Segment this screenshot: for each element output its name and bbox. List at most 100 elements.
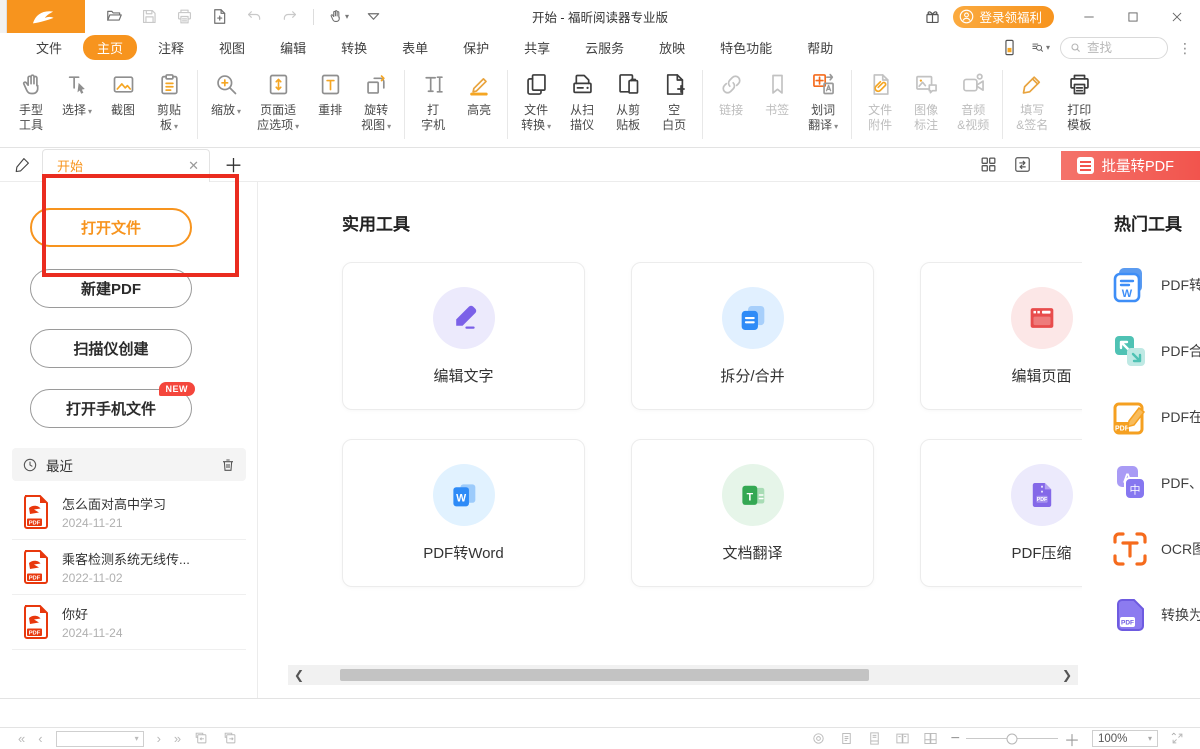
ribbon-tool-填写&签名[interactable]: 填写&签名 [1008, 62, 1056, 147]
ribbon-tool-高亮[interactable]: 高亮 [456, 62, 502, 147]
open-file-icon[interactable] [103, 6, 125, 28]
hot-tool-PDF在[interactable]: PDF PDF在 [1110, 384, 1200, 450]
facing-view-icon[interactable] [895, 731, 911, 747]
maximize-button[interactable] [1124, 8, 1142, 26]
trash-icon[interactable] [220, 457, 236, 473]
next-page-icon[interactable]: › [157, 732, 161, 745]
zoom-slider-knob[interactable] [1006, 733, 1017, 744]
print-icon[interactable] [173, 6, 195, 28]
ribbon-tool-从扫描仪[interactable]: 从扫描仪 [559, 62, 605, 147]
hot-tool-PDF转[interactable]: W PDF转 [1110, 252, 1200, 318]
foxit-logo[interactable] [0, 0, 85, 33]
ribbon-tool-手型工具[interactable]: 手型工具 [8, 62, 54, 147]
pan-mode-icon[interactable] [811, 731, 827, 747]
menu-item-云服务[interactable]: 云服务 [585, 38, 624, 57]
ribbon-tool-截图[interactable]: 截图 [100, 62, 146, 147]
menu-item-共享[interactable]: 共享 [524, 38, 550, 57]
previous-view-icon[interactable] [194, 731, 210, 747]
ribbon-tool-旋转视图[interactable]: 旋转视图▾ [353, 62, 399, 147]
batch-convert-pdf-button[interactable]: 批量转PDF [1061, 151, 1200, 180]
recent-file-item[interactable]: PDF 你好 2024-11-24 [12, 595, 246, 650]
zoom-out-icon[interactable]: − [951, 730, 960, 748]
edit-tab-icon[interactable] [14, 155, 34, 175]
ribbon-tool-重排[interactable]: 重排 [307, 62, 353, 147]
sidebar-button-新建PDF[interactable]: 新建PDF [30, 269, 192, 308]
tab-start[interactable]: 开始 ✕ [42, 149, 210, 182]
ribbon-tool-书签[interactable]: 书签 [754, 62, 800, 147]
save-icon[interactable] [138, 6, 160, 28]
menu-item-文件[interactable]: 文件 [36, 38, 62, 57]
scroll-right-icon[interactable]: ❯ [1056, 668, 1078, 682]
recent-file-item[interactable]: PDF 乘客检测系统无线传... 2022-11-02 [12, 540, 246, 595]
fullscreen-icon[interactable] [1170, 731, 1186, 747]
zoom-in-button[interactable]: ＋ [1064, 727, 1080, 749]
hand-pointer-icon[interactable] [327, 6, 349, 28]
ribbon-tool-文件附件[interactable]: 文件附件 [857, 62, 903, 147]
mobile-phone-icon[interactable] [1000, 38, 1020, 58]
ribbon-tool-图像标注[interactable]: 图像标注 [903, 62, 949, 147]
grid-view-icon[interactable] [979, 155, 999, 175]
menu-item-转换[interactable]: 转换 [341, 38, 367, 57]
ribbon-tool-从剪贴板[interactable]: 从剪贴板 [605, 62, 651, 147]
redo-icon[interactable] [278, 6, 300, 28]
more-options-icon[interactable]: ⋮ [1178, 45, 1188, 51]
utility-card-编辑文字[interactable]: 编辑文字 [342, 262, 585, 410]
ribbon-tool-打字机[interactable]: 打字机 [410, 62, 456, 147]
ribbon-tool-选择[interactable]: 选择▾ [54, 62, 100, 147]
menu-item-编辑[interactable]: 编辑 [280, 38, 306, 57]
gift-icon[interactable] [923, 7, 943, 27]
hot-tool-PDF合[interactable]: PDF合 [1110, 318, 1200, 384]
minimize-button[interactable] [1080, 8, 1098, 26]
menu-item-主页[interactable]: 主页 [83, 35, 137, 60]
utility-card-文档翻译[interactable]: T 文档翻译 [631, 439, 874, 587]
ribbon-tool-缩放[interactable]: 缩放▾ [203, 62, 249, 147]
zoom-level-box[interactable]: 100% ▾ [1092, 730, 1158, 747]
tab-close-icon[interactable]: ✕ [188, 158, 199, 174]
undo-icon[interactable] [243, 6, 265, 28]
sidebar-button-打开手机文件[interactable]: 打开手机文件NEW [30, 389, 192, 428]
ribbon-tool-划词翻译[interactable]: 划词翻译▾ [800, 62, 846, 147]
scroll-left-icon[interactable]: ❮ [288, 668, 310, 682]
continuous-view-icon[interactable] [867, 731, 883, 747]
customize-toolbar-icon[interactable] [362, 6, 384, 28]
new-tab-button[interactable]: ＋ [224, 151, 243, 178]
switch-document-icon[interactable] [1013, 155, 1033, 175]
menu-item-保护[interactable]: 保护 [463, 38, 489, 57]
zoom-slider[interactable]: − ＋ [951, 727, 1080, 749]
utility-card-拆分/合并[interactable]: 拆分/合并 [631, 262, 874, 410]
ribbon-tool-链接[interactable]: 链接 [708, 62, 754, 147]
last-page-icon[interactable]: » [174, 732, 181, 745]
menu-item-视图[interactable]: 视图 [219, 38, 245, 57]
ribbon-tool-音频&视频[interactable]: 音频&视频 [949, 62, 997, 147]
hot-tool-转换为[interactable]: PDF 转换为 [1110, 582, 1200, 648]
login-button[interactable]: 登录领福利 [953, 6, 1054, 28]
menu-item-注释[interactable]: 注释 [158, 38, 184, 57]
page-number-box[interactable]: ▾ [56, 731, 144, 747]
utility-card-PDF转Word[interactable]: W PDF转Word [342, 439, 585, 587]
menu-item-帮助[interactable]: 帮助 [807, 38, 833, 57]
utility-card-编辑页面[interactable]: 编辑页面 [920, 262, 1082, 410]
menu-item-表单[interactable]: 表单 [402, 38, 428, 57]
menu-item-放映[interactable]: 放映 [659, 38, 685, 57]
next-view-icon[interactable] [223, 731, 239, 747]
first-page-icon[interactable]: « [18, 732, 25, 745]
previous-page-icon[interactable]: ‹ [38, 732, 42, 745]
scrollbar-thumb[interactable] [340, 669, 870, 681]
facing-continuous-view-icon[interactable] [923, 731, 939, 747]
ribbon-tool-空白页[interactable]: 空白页 [651, 62, 697, 147]
utility-card-PDF压缩[interactable]: PDF PDF压缩 [920, 439, 1082, 587]
close-button[interactable] [1168, 8, 1186, 26]
search-box[interactable] [1060, 37, 1168, 59]
sidebar-button-打开文件[interactable]: 打开文件 [30, 208, 192, 247]
scrollbar-track[interactable] [310, 665, 1056, 685]
sidebar-button-扫描仪创建[interactable]: 扫描仪创建 [30, 329, 192, 368]
ribbon-tool-文件转换[interactable]: 文件转换▾ [513, 62, 559, 147]
hot-tool-OCR图[interactable]: OCR图 [1110, 516, 1200, 582]
search-input[interactable] [1087, 41, 1157, 55]
hot-tool-PDF、[interactable]: A中 PDF、 [1110, 450, 1200, 516]
ribbon-tool-剪贴板[interactable]: 剪贴板▾ [146, 62, 192, 147]
advanced-find-icon[interactable] [1030, 38, 1050, 58]
ribbon-tool-打印模板[interactable]: 打印模板 [1056, 62, 1102, 147]
ribbon-tool-页面适应选项[interactable]: 页面适应选项▾ [249, 62, 307, 147]
new-doc-icon[interactable] [208, 6, 230, 28]
